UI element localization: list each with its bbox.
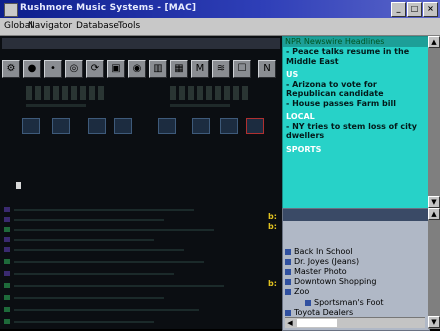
deck-b-button-1[interactable] xyxy=(158,118,176,134)
m-icon[interactable]: M xyxy=(191,60,209,78)
level-meter-left xyxy=(26,104,86,107)
folder-icon xyxy=(285,288,291,295)
tree-item[interactable]: Zoo xyxy=(285,287,309,296)
tree-item[interactable]: Dr. Joyes (Jeans) xyxy=(285,257,359,266)
table-icon[interactable]: ▦ xyxy=(170,60,188,78)
scroll-up-button[interactable]: ▲ xyxy=(428,36,440,48)
close-button[interactable]: × xyxy=(423,2,438,17)
scroll-up-button[interactable]: ▲ xyxy=(428,208,440,220)
deck-b-button-2[interactable] xyxy=(192,118,210,134)
scroll-down-button[interactable]: ▼ xyxy=(428,196,440,208)
news-item: - House passes Farm bill xyxy=(286,98,396,108)
console-panel: ⚙ ● • ◎ ⟳ ▣ ◉ ▥ ▦ M ≋ ☐ N b: b: b: xyxy=(0,36,282,329)
tree-item[interactable]: Sportsman's Foot xyxy=(305,298,384,307)
app-window: Rushmore Music Systems - [MAC] _ □ × Glo… xyxy=(0,0,440,331)
deck-b-stop-button[interactable] xyxy=(246,118,264,134)
scroll-thumb[interactable] xyxy=(297,319,337,327)
news-item: - Arizona to vote for Republican candida… xyxy=(286,79,384,99)
app-icon xyxy=(4,3,18,17)
news-section-us: US xyxy=(286,70,299,79)
tree-item[interactable]: Back In School xyxy=(285,247,353,256)
grid-icon[interactable]: ▣ xyxy=(107,60,125,78)
news-scrollbar[interactable]: ▲ ▼ xyxy=(428,36,440,208)
title-bar[interactable]: Rushmore Music Systems - [MAC] _ □ × xyxy=(0,0,440,18)
list-marker: b: xyxy=(268,212,277,221)
dot-icon[interactable]: • xyxy=(44,60,62,78)
console-toolbar: ⚙ ● • ◎ ⟳ ▣ ◉ ▥ ▦ M ≋ ☐ N xyxy=(2,60,280,82)
bars-icon[interactable]: ▥ xyxy=(149,60,167,78)
tree-hscrollbar[interactable]: ◀ xyxy=(285,317,425,328)
news-panel: NPR Newswire Headlines - Peace talks res… xyxy=(282,36,430,210)
news-header: NPR Newswire Headlines xyxy=(283,37,429,47)
record-icon[interactable]: ● xyxy=(23,60,41,78)
refresh-icon[interactable]: ⟳ xyxy=(86,60,104,78)
cue-marker xyxy=(16,182,21,189)
deck-a-button-2[interactable] xyxy=(52,118,70,134)
console-title-bar xyxy=(2,38,280,49)
folder-icon xyxy=(285,248,291,255)
tree-item[interactable]: Downtown Shopping xyxy=(285,277,376,286)
settings-icon[interactable]: ⚙ xyxy=(2,60,20,78)
folder-icon xyxy=(285,258,291,265)
window-title: Rushmore Music Systems - [MAC] xyxy=(20,3,197,13)
news-item: - Peace talks resume in the Middle East xyxy=(286,47,410,66)
wave-icon[interactable]: ≋ xyxy=(212,60,230,78)
tree-item[interactable]: Master Photo xyxy=(285,267,347,276)
list-marker: b: xyxy=(268,222,277,231)
news-item: - NY tries to stem loss of city dwellers xyxy=(286,121,417,141)
maximize-button[interactable]: □ xyxy=(407,2,422,17)
deck-a-button-1[interactable] xyxy=(22,118,40,134)
scroll-down-button[interactable]: ▼ xyxy=(428,316,440,328)
level-meter-right xyxy=(170,104,230,107)
deck-a-pause-button[interactable] xyxy=(88,118,106,134)
disc-icon[interactable]: ◉ xyxy=(128,60,146,78)
deck-b-pause-button[interactable] xyxy=(220,118,238,134)
tree-scrollbar[interactable]: ▲ ▼ xyxy=(428,208,440,329)
deck-a-stop-button[interactable] xyxy=(114,118,132,134)
time-display-right xyxy=(170,86,250,100)
time-display-left xyxy=(26,86,106,100)
folder-icon xyxy=(285,268,291,275)
file-icon xyxy=(305,299,311,306)
tree-header xyxy=(283,209,429,221)
folder-icon xyxy=(285,309,291,316)
menu-bar: Global Navigator Database Tools xyxy=(0,18,440,36)
menu-navigator[interactable]: Navigator xyxy=(28,21,72,31)
news-section-local: LOCAL xyxy=(286,112,315,121)
menu-tools[interactable]: Tools xyxy=(118,21,140,31)
list-marker: b: xyxy=(268,279,277,288)
minimize-button[interactable]: _ xyxy=(391,2,406,17)
scroll-left-button[interactable]: ◀ xyxy=(285,318,295,328)
news-section-sports: SPORTS xyxy=(286,144,322,154)
n-icon[interactable]: N xyxy=(258,60,276,78)
target-icon[interactable]: ◎ xyxy=(65,60,83,78)
folder-icon xyxy=(285,278,291,285)
tree-item[interactable]: Toyota Dealers xyxy=(285,308,353,317)
tree-panel: Back In School Dr. Joyes (Jeans) Master … xyxy=(282,208,430,331)
menu-database[interactable]: Database xyxy=(76,21,119,31)
window-icon[interactable]: ☐ xyxy=(233,60,251,78)
